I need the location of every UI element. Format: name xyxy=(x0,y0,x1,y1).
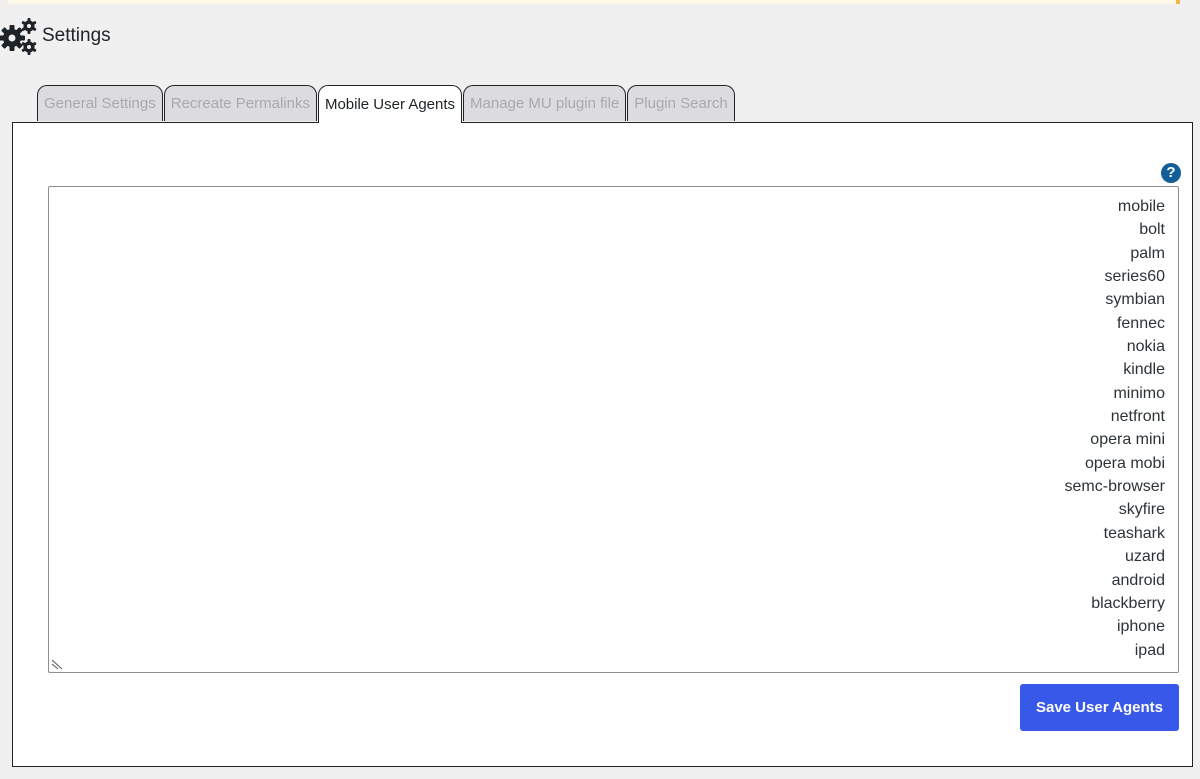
user-agents-textarea[interactable]: mobile bolt palm series60 symbian fennec nokia… xyxy=(48,186,1179,673)
save-user-agents-button[interactable]: Save User Agents xyxy=(1020,684,1179,731)
tab-recreate-permalinks[interactable]: Recreate Permalinks xyxy=(163,85,317,121)
user-agent-line: fennec xyxy=(1116,314,1165,332)
tab-manage-mu-plugin-file[interactable]: Manage MU plugin file xyxy=(463,85,627,121)
user-agent-line: palm xyxy=(1130,244,1165,262)
user-agent-line: semc-browser xyxy=(1064,478,1165,496)
tab-plugin-search[interactable]: Plugin Search xyxy=(627,85,735,121)
user-agent-line: nokia xyxy=(1126,338,1165,356)
help-icon[interactable]: ? xyxy=(1161,163,1181,183)
user-agent-line: teashark xyxy=(1103,524,1165,542)
user-agent-line: bolt xyxy=(1139,221,1165,239)
user-agent-line: symbian xyxy=(1105,291,1165,309)
tab-panel-mobile-user-agents: ? mobile bolt palm series60 symbian fennec nok… xyxy=(12,122,1193,767)
gears-icon xyxy=(0,18,37,55)
user-agent-line: skyfire xyxy=(1118,501,1165,519)
user-agent-line: series60 xyxy=(1104,268,1165,286)
user-agent-line: mobile xyxy=(1117,198,1165,215)
notice-strip xyxy=(8,0,1180,4)
page-header: Settings xyxy=(0,14,111,58)
user-agent-line: uzard xyxy=(1124,548,1165,566)
user-agent-line: netfront xyxy=(1110,408,1165,426)
user-agent-line: iphone xyxy=(1116,618,1165,636)
settings-tabs: General Settings Recreate Permalinks Mob… xyxy=(37,85,735,123)
user-agent-line: kindle xyxy=(1123,361,1165,379)
tab-mobile-user-agents[interactable]: Mobile User Agents xyxy=(317,85,463,123)
resize-handle-icon[interactable] xyxy=(51,658,63,670)
user-agent-line: opera mobi xyxy=(1084,454,1165,472)
tab-general-settings[interactable]: General Settings xyxy=(37,85,163,121)
user-agent-line: opera mini xyxy=(1090,431,1165,449)
user-agent-line: blackberry xyxy=(1091,594,1165,612)
user-agent-line: android xyxy=(1111,571,1165,589)
page-title: Settings xyxy=(42,25,111,46)
user-agent-line: ipad xyxy=(1134,641,1165,659)
user-agent-line: minimo xyxy=(1113,384,1165,402)
